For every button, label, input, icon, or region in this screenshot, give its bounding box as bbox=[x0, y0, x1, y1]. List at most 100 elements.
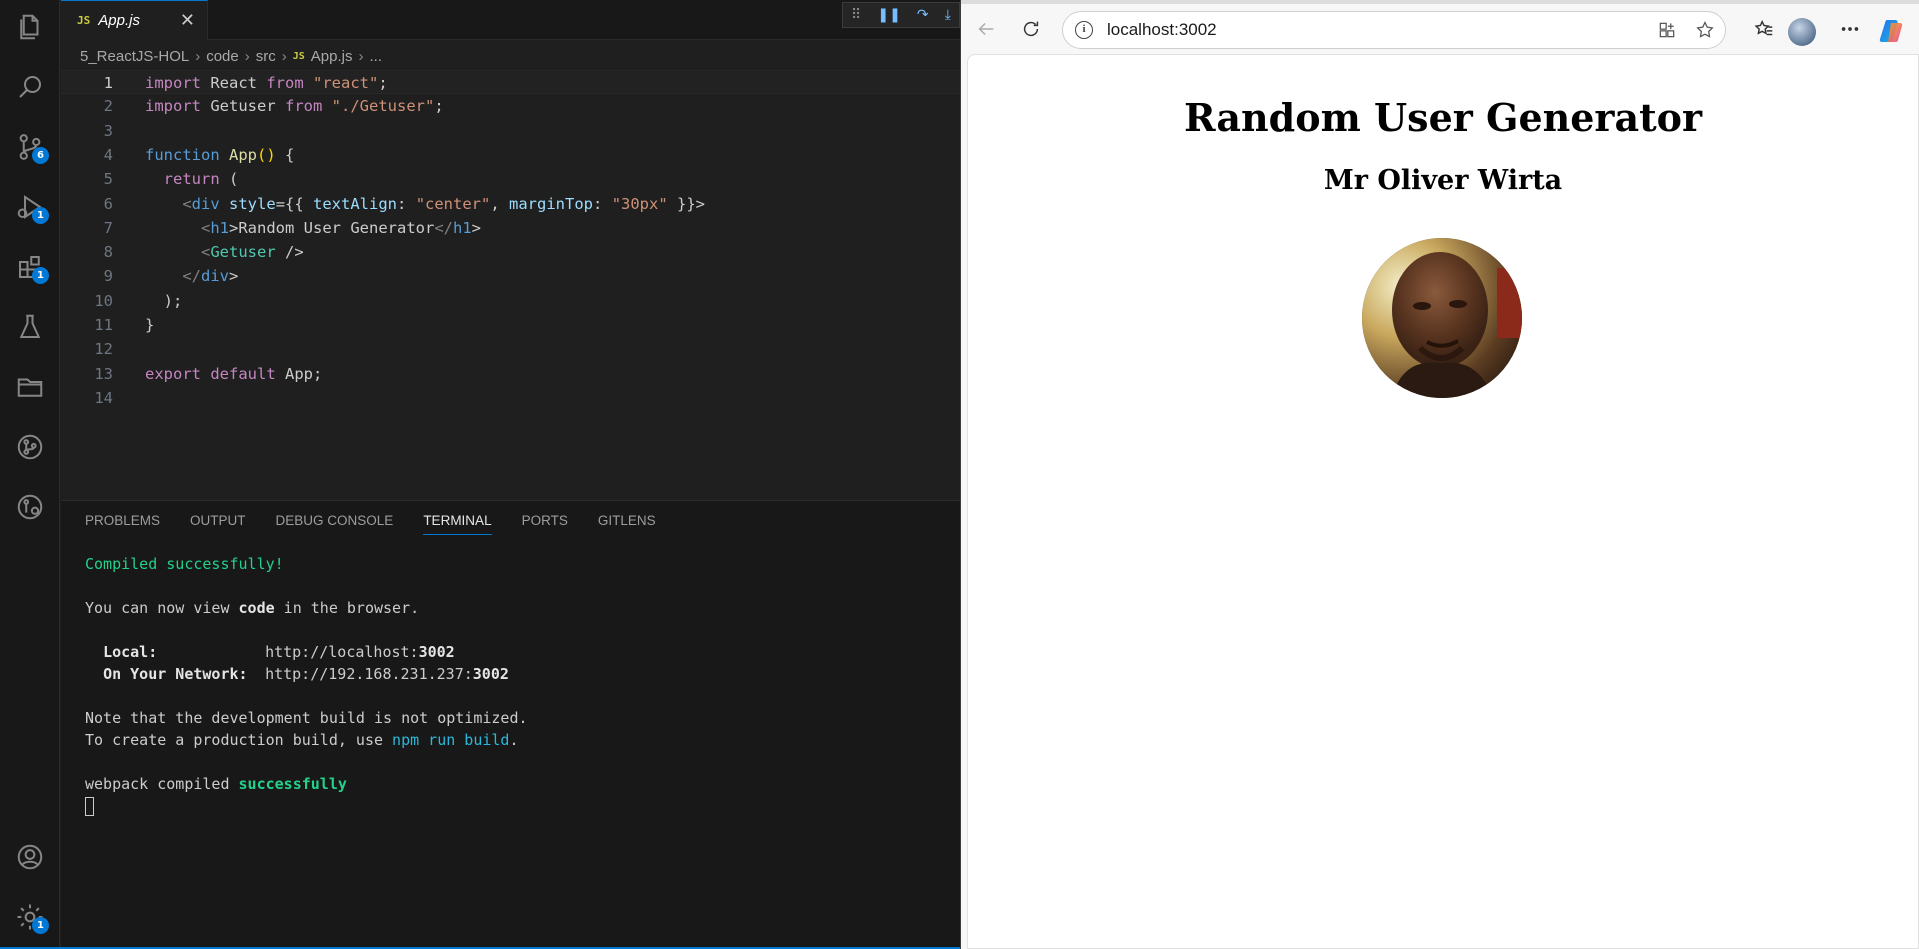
panel-tab-debug-console[interactable]: DEBUG CONSOLE bbox=[276, 513, 394, 535]
back-arrow-icon[interactable] bbox=[969, 12, 1003, 46]
terminal-line: Note that the development build is not o… bbox=[85, 709, 528, 727]
code-line[interactable]: 9 </div> bbox=[61, 264, 960, 288]
panel-tab-ports[interactable]: PORTS bbox=[522, 513, 568, 535]
terminal-url[interactable]: http://192.168.231.237: bbox=[265, 665, 473, 683]
breadcrumb-item[interactable]: code bbox=[206, 48, 239, 65]
code-text: <h1>Random User Generator</h1> bbox=[201, 218, 482, 237]
panel-tab-output[interactable]: OUTPUT bbox=[190, 513, 246, 535]
code-line[interactable]: 14 bbox=[61, 386, 960, 410]
code-line[interactable]: 11} bbox=[61, 313, 960, 337]
source-control-icon[interactable]: 6 bbox=[0, 122, 60, 172]
line-number: 14 bbox=[94, 388, 113, 407]
js-file-icon: JS bbox=[77, 14, 91, 27]
address-bar-actions bbox=[1657, 20, 1715, 40]
drag-handle-icon[interactable]: ⠿ bbox=[851, 7, 861, 23]
code-line[interactable]: 5 return ( bbox=[61, 167, 960, 191]
page-title: Random User Generator bbox=[1183, 95, 1702, 140]
code-line[interactable]: 1 import React from "react"; bbox=[61, 70, 960, 94]
more-options-icon[interactable] bbox=[1833, 12, 1867, 46]
favorite-star-icon[interactable] bbox=[1695, 20, 1715, 40]
code-line[interactable]: 3 bbox=[61, 119, 960, 143]
panel-tab-problems[interactable]: PROBLEMS bbox=[85, 513, 160, 535]
breadcrumb-item[interactable]: src bbox=[256, 48, 276, 65]
code-text: return ( bbox=[163, 170, 239, 189]
account-icon[interactable] bbox=[0, 832, 60, 882]
line-number: 4 bbox=[103, 145, 113, 164]
terminal-line: Compiled successfully! bbox=[85, 555, 284, 573]
web-page: Random User Generator Mr Oliver Wirta bbox=[967, 54, 1919, 949]
terminal-port: 3002 bbox=[418, 643, 455, 661]
code-editor[interactable]: 1 import React from "react"; 2 import Getus… bbox=[61, 70, 960, 500]
step-over-icon[interactable]: ↷ bbox=[917, 7, 929, 23]
git-graph-icon[interactable] bbox=[0, 422, 60, 472]
settings-gear-icon[interactable]: 1 bbox=[0, 892, 60, 942]
line-number: 2 bbox=[103, 97, 113, 116]
terminal-line: webpack compiled successfully bbox=[85, 773, 528, 795]
terminal-url[interactable]: http://localhost: bbox=[265, 643, 419, 661]
explorer-icon[interactable] bbox=[0, 2, 60, 52]
editor-tab-bar: JS App.js ✕ ⠿ ❚❚ ↷ ⤓ bbox=[61, 0, 960, 40]
terminal-cursor bbox=[85, 797, 94, 816]
terminal-status: successfully bbox=[238, 775, 347, 793]
code-text: export default App; bbox=[145, 364, 323, 383]
line-number: 10 bbox=[94, 291, 113, 310]
url-text[interactable]: localhost:3002 bbox=[1107, 20, 1217, 40]
site-info-icon[interactable]: i bbox=[1075, 21, 1093, 39]
code-line[interactable]: 2 import Getuser from "./Getuser"; bbox=[61, 94, 960, 118]
line-number: 3 bbox=[103, 121, 113, 140]
terminal-output[interactable]: Compiled successfully! You can now view … bbox=[85, 553, 528, 817]
code-line[interactable]: 8 <Getuser /> bbox=[61, 240, 960, 264]
code-text: <Getuser /> bbox=[201, 243, 304, 262]
chevron-right-icon: › bbox=[244, 47, 250, 65]
breadcrumb-item[interactable]: App.js bbox=[311, 48, 353, 65]
line-number: 7 bbox=[103, 218, 113, 237]
line-number: 9 bbox=[103, 267, 113, 286]
copilot-icon[interactable] bbox=[1878, 17, 1906, 45]
chevron-right-icon: › bbox=[281, 47, 287, 65]
code-line[interactable]: 4 function App() { bbox=[61, 143, 960, 167]
code-line[interactable]: 10 ); bbox=[61, 289, 960, 313]
breadcrumb-item[interactable]: ... bbox=[370, 48, 383, 65]
pause-icon[interactable]: ❚❚ bbox=[877, 7, 900, 23]
code-line[interactable]: 13 export default App; bbox=[61, 362, 960, 386]
code-line[interactable]: 12 bbox=[61, 337, 960, 361]
folder-icon[interactable] bbox=[0, 362, 60, 412]
address-bar[interactable]: i localhost:3002 bbox=[1062, 11, 1726, 49]
code-line[interactable]: 6 <div style={{ textAlign: "center", mar… bbox=[61, 192, 960, 216]
refresh-icon[interactable] bbox=[1014, 12, 1048, 46]
profile-avatar[interactable] bbox=[1788, 18, 1816, 46]
extensions-badge: 1 bbox=[32, 267, 49, 284]
line-number: 11 bbox=[94, 316, 113, 334]
line-number: 1 bbox=[103, 74, 113, 92]
panel-tab-terminal[interactable]: TERMINAL bbox=[423, 513, 492, 535]
search-icon[interactable] bbox=[0, 62, 60, 112]
code-text: function App() { bbox=[145, 145, 295, 164]
app-available-icon[interactable] bbox=[1657, 20, 1677, 40]
testing-flask-icon[interactable] bbox=[0, 302, 60, 352]
code-line[interactable]: 7 <h1>Random User Generator</h1> bbox=[61, 216, 960, 240]
vscode-window: 6 1 1 1 JS App.js ✕ ⠿ ❚❚ ↷ ⤓ 5_ReactJS-H… bbox=[0, 0, 960, 949]
line-number: 6 bbox=[103, 194, 113, 213]
breadcrumb-item[interactable]: 5_ReactJS-HOL bbox=[80, 48, 189, 65]
step-into-icon[interactable]: ⤓ bbox=[945, 7, 951, 23]
gitlens-icon[interactable] bbox=[0, 482, 60, 532]
panel-tab-gitlens[interactable]: GITLENS bbox=[598, 513, 656, 535]
breadcrumb: 5_ReactJS-HOL › code › src › JS App.js ›… bbox=[80, 46, 382, 66]
terminal-text: in the browser. bbox=[274, 599, 420, 617]
terminal-label: Local: bbox=[103, 643, 158, 661]
terminal-line bbox=[85, 795, 528, 817]
favorites-icon[interactable] bbox=[1747, 12, 1781, 46]
run-debug-icon[interactable]: 1 bbox=[0, 182, 60, 232]
code-text: import Getuser from "./Getuser"; bbox=[145, 97, 444, 116]
extensions-icon[interactable]: 1 bbox=[0, 242, 60, 292]
activity-bar: 6 1 1 1 bbox=[0, 0, 60, 949]
terminal-command: npm run build bbox=[392, 731, 510, 749]
close-icon[interactable]: ✕ bbox=[180, 10, 195, 31]
source-control-badge: 6 bbox=[32, 147, 49, 164]
terminal-text: webpack compiled bbox=[85, 775, 239, 793]
tab-app-js[interactable]: JS App.js ✕ bbox=[61, 0, 208, 40]
bottom-panel: PROBLEMS OUTPUT DEBUG CONSOLE TERMINAL PORTS… bbox=[61, 500, 960, 949]
